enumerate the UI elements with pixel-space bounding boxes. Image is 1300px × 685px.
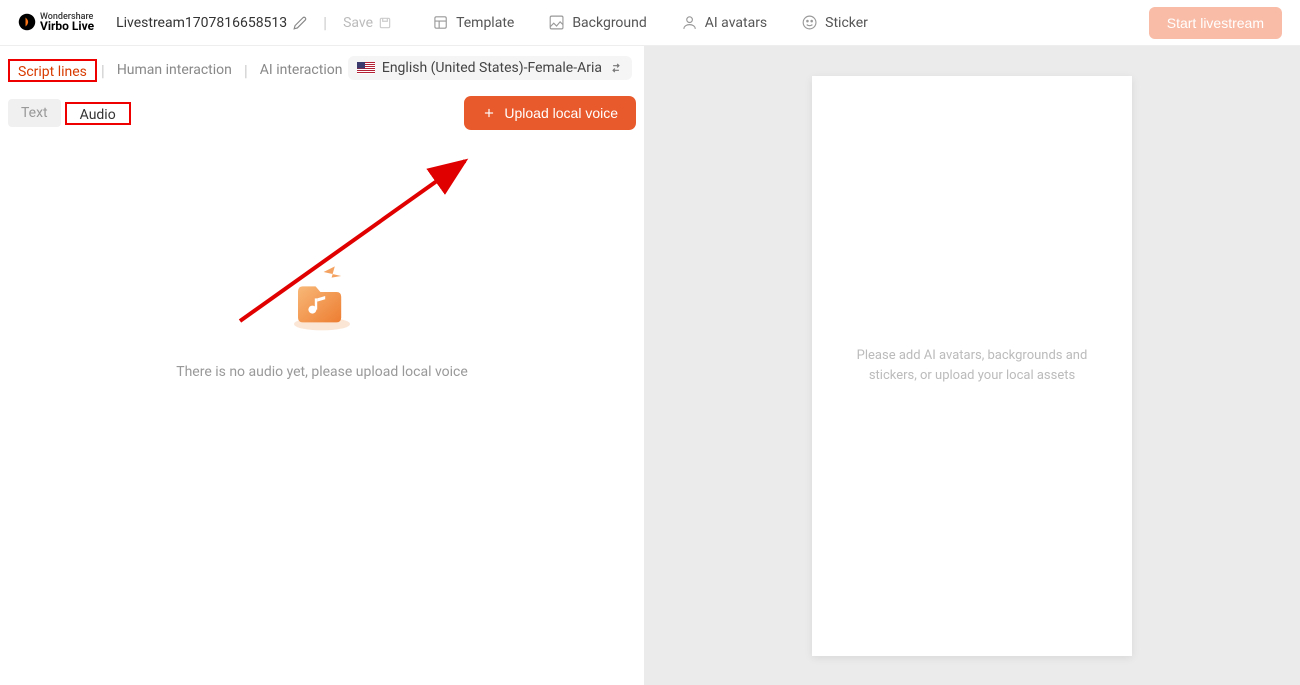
brand-text: Wondershare Virbo Live	[40, 13, 94, 32]
tab-audio[interactable]: Audio	[67, 101, 129, 129]
upload-label: Upload local voice	[504, 105, 618, 121]
tab-text[interactable]: Text	[8, 99, 61, 127]
nav-template[interactable]: Template	[432, 14, 514, 31]
tab-script-lines[interactable]: Script lines	[10, 60, 95, 84]
annotation-highlight-script-lines: Script lines	[8, 59, 97, 82]
upload-local-voice-button[interactable]: Upload local voice	[464, 96, 636, 130]
nav-background[interactable]: Background	[548, 14, 646, 31]
nav-ai-avatars[interactable]: AI avatars	[681, 14, 767, 31]
plus-icon	[482, 106, 496, 120]
brand-bottom: Virbo Live	[40, 21, 94, 32]
annotation-highlight-audio: Audio	[65, 102, 131, 125]
language-selector[interactable]: English (United States)-Female-Aria	[348, 56, 632, 80]
secondary-tabs: Text Audio	[8, 99, 131, 127]
tab-human-interaction[interactable]: Human interaction	[109, 58, 240, 82]
nav-background-label: Background	[572, 15, 646, 31]
nav-sticker-label: Sticker	[825, 15, 868, 31]
header-nav: Template Background AI avatars Sticker	[432, 14, 868, 31]
template-icon	[432, 14, 449, 31]
nav-template-label: Template	[456, 15, 514, 31]
tab-separator: |	[101, 61, 105, 80]
brand-logo: Wondershare Virbo Live	[18, 13, 94, 32]
us-flag-icon	[357, 62, 375, 74]
nav-avatars-label: AI avatars	[705, 15, 767, 31]
audio-folder-icon	[282, 260, 362, 340]
save-label: Save	[343, 15, 373, 31]
main-content: Script lines | Human interaction | AI in…	[0, 46, 1300, 685]
stream-name[interactable]: Livestream1707816658513	[116, 15, 307, 31]
canvas-placeholder-text: Please add AI avatars, backgrounds and s…	[836, 346, 1108, 385]
secondary-tabs-row: Text Audio Upload local voice	[8, 96, 636, 130]
save-button: Save	[343, 15, 392, 31]
left-panel: Script lines | Human interaction | AI in…	[0, 46, 644, 685]
edit-icon[interactable]	[293, 16, 307, 30]
background-icon	[548, 14, 565, 31]
tab-ai-interaction[interactable]: AI interaction	[252, 58, 351, 82]
start-livestream-button[interactable]: Start livestream	[1149, 7, 1282, 39]
stream-name-text: Livestream1707816658513	[116, 15, 287, 31]
preview-panel: Please add AI avatars, backgrounds and s…	[644, 46, 1300, 685]
virbo-logo-icon	[18, 13, 36, 31]
avatar-icon	[681, 14, 698, 31]
preview-canvas[interactable]: Please add AI avatars, backgrounds and s…	[812, 76, 1132, 656]
nav-sticker[interactable]: Sticker	[801, 14, 868, 31]
empty-state-text: There is no audio yet, please upload loc…	[8, 364, 636, 380]
save-icon	[378, 16, 392, 30]
app-header: Wondershare Virbo Live Livestream1707816…	[0, 0, 1300, 46]
swap-icon	[609, 61, 623, 75]
header-divider: |	[323, 13, 327, 32]
empty-state: There is no audio yet, please upload loc…	[8, 260, 636, 380]
language-label: English (United States)-Female-Aria	[382, 60, 602, 76]
sticker-icon	[801, 14, 818, 31]
tab-separator: |	[244, 61, 248, 80]
